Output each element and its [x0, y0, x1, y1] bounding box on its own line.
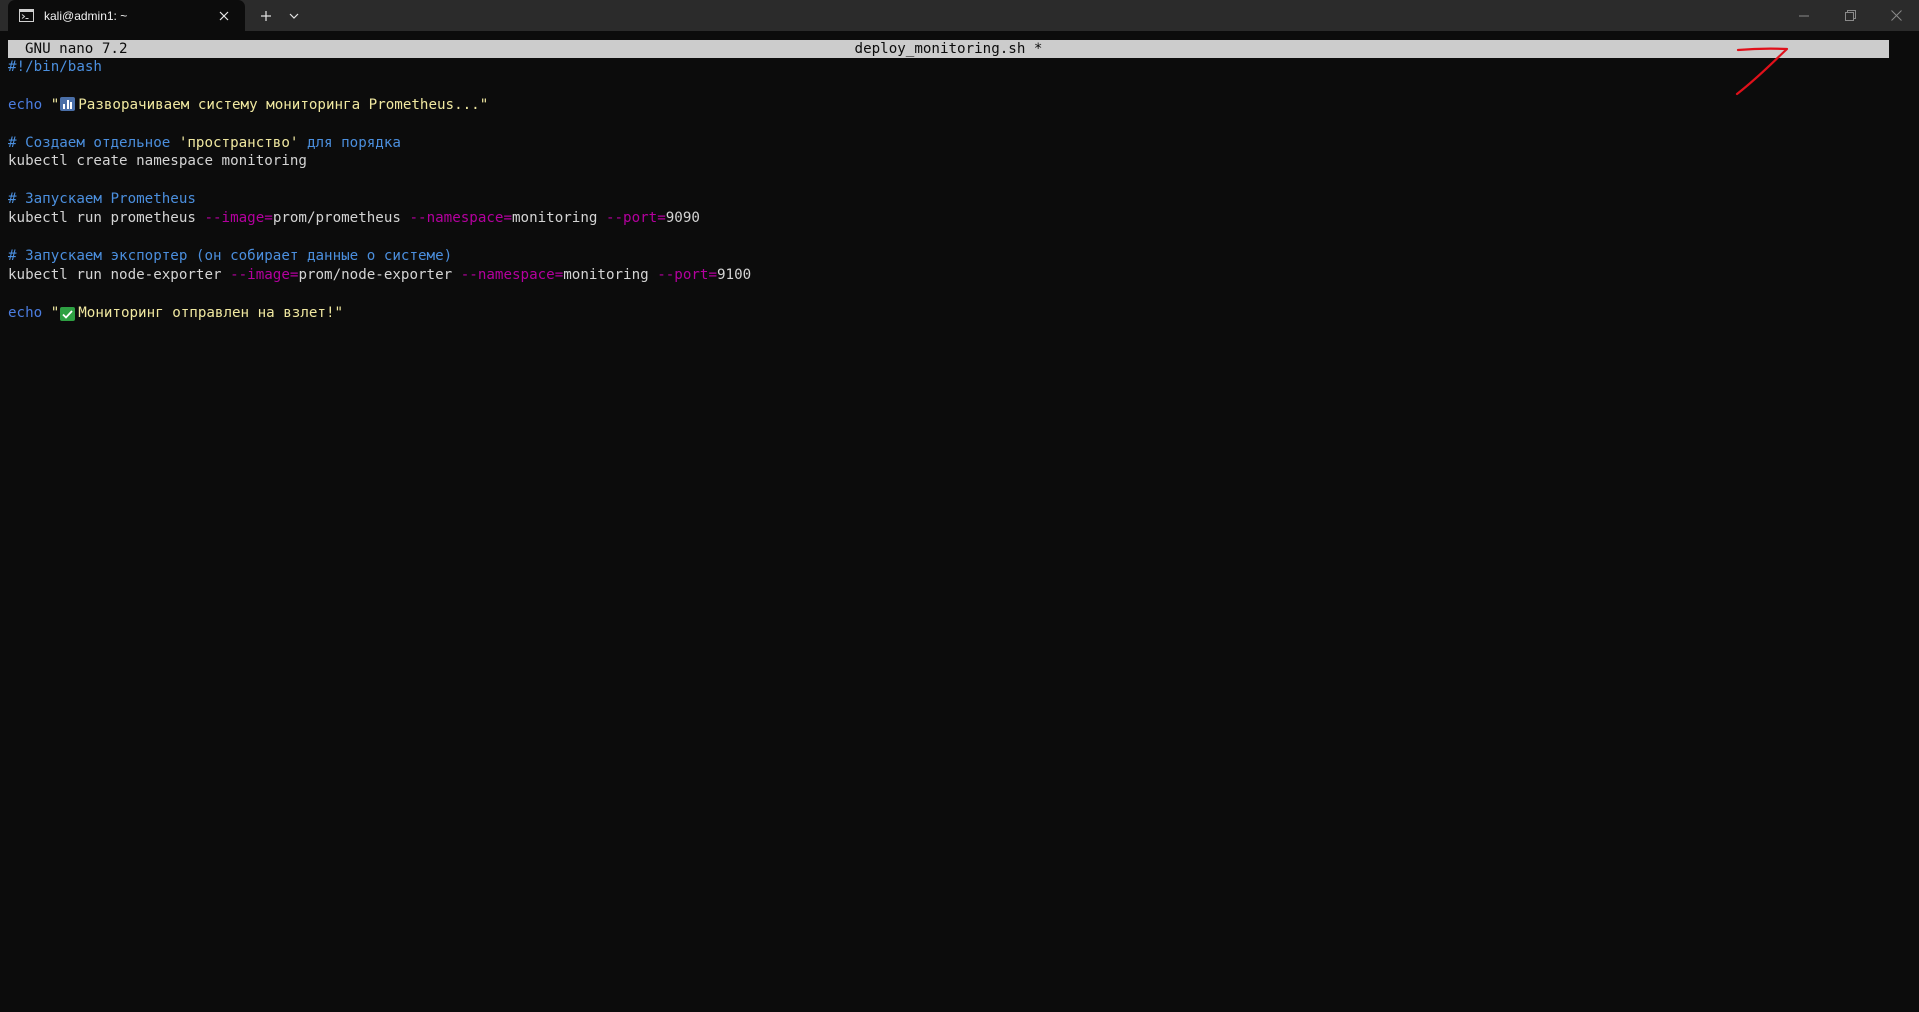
code-line-create-namespace: kubectl create namespace monitoring: [8, 153, 307, 170]
flag-value: monitoring: [563, 266, 658, 283]
flag-namespace: --namespace=: [460, 266, 564, 283]
filename-text: deploy_monitoring.sh: [854, 41, 1026, 57]
minimize-icon: [1799, 15, 1809, 16]
restore-button[interactable]: [1827, 0, 1873, 31]
comment-text: # Создаем отдельное: [8, 134, 179, 151]
flag-value: prom/prometheus: [272, 210, 410, 227]
tab-dropdown-button[interactable]: [281, 0, 307, 31]
flag-value: monitoring: [511, 210, 606, 227]
quote-mark: ": [50, 96, 60, 113]
check-mark-emoji-icon: [60, 307, 76, 322]
modified-marker: *: [1033, 41, 1043, 57]
code-line-comment-prometheus: # Запускаем Prometheus: [8, 191, 196, 208]
code-line-echo-end: echo " Мониторинг отправлен на взлет!": [8, 304, 1908, 323]
tab-close-button[interactable]: [211, 5, 237, 27]
restore-icon: [1844, 10, 1856, 21]
nano-header-bar: GNU nano 7.2 deploy_monitoring.sh *: [8, 40, 1889, 58]
code-line-comment-namespace: # Создаем отдельное 'пространство' для п…: [8, 134, 1908, 153]
flag-image: --image=: [230, 266, 299, 283]
command-text: kubectl run prometheus: [8, 210, 205, 227]
new-tab-button[interactable]: [251, 0, 281, 31]
tab-kali-admin1[interactable]: kali@admin1: ~: [8, 0, 245, 31]
code-line-shebang: #!/bin/bash: [8, 59, 102, 75]
bar-chart-emoji-icon: [60, 96, 76, 111]
close-window-button[interactable]: [1873, 0, 1919, 31]
red-annotation-mark-icon: [1735, 47, 1789, 96]
flag-namespace: --namespace=: [409, 210, 512, 227]
close-icon: [219, 11, 229, 20]
window-controls: [1781, 0, 1919, 31]
echo-text: Мониторинг отправлен на взлет!": [78, 304, 344, 321]
flag-port: --port=: [657, 266, 717, 283]
code-line-run-prometheus: kubectl run prometheus --image=prom/prom…: [8, 209, 1908, 228]
echo-keyword: echo: [8, 96, 43, 113]
close-icon: [1890, 10, 1902, 21]
echo-text: Разворачиваем систему мониторинга Promet…: [78, 96, 489, 113]
flag-value: prom/node-exporter: [298, 266, 461, 283]
minimize-button[interactable]: [1781, 0, 1827, 31]
chevron-down-icon: [289, 13, 299, 19]
terminal-window: kali@admin1: ~ GNU nano 7.2 deploy_monit…: [0, 0, 1919, 1012]
command-text: kubectl run node-exporter: [8, 266, 231, 283]
comment-quoted-text: 'пространство': [178, 134, 299, 151]
flag-image: --image=: [204, 210, 273, 227]
echo-keyword: echo: [8, 304, 43, 321]
terminal-icon: [18, 8, 34, 24]
plus-icon: [261, 10, 271, 21]
flag-port: --port=: [605, 210, 666, 227]
code-line-echo-start: echo " Разворачиваем систему мониторинга …: [8, 96, 1908, 115]
quote-mark: ": [50, 304, 60, 321]
tab-title: kali@admin1: ~: [44, 8, 128, 23]
comment-text: для порядка: [298, 134, 401, 151]
code-line-comment-exporter: # Запускаем экспортер (он собирает данны…: [8, 247, 453, 264]
flag-value: 9100: [717, 266, 752, 283]
editor-text-area[interactable]: #!/bin/bash echo " Разворачиваем систему …: [8, 58, 1908, 322]
nano-filename: deploy_monitoring.sh *: [8, 40, 1889, 58]
code-line-run-node-exporter: kubectl run node-exporter --image=prom/n…: [8, 266, 1908, 285]
flag-value: 9090: [665, 210, 700, 227]
tab-bar: kali@admin1: ~: [0, 0, 1919, 31]
